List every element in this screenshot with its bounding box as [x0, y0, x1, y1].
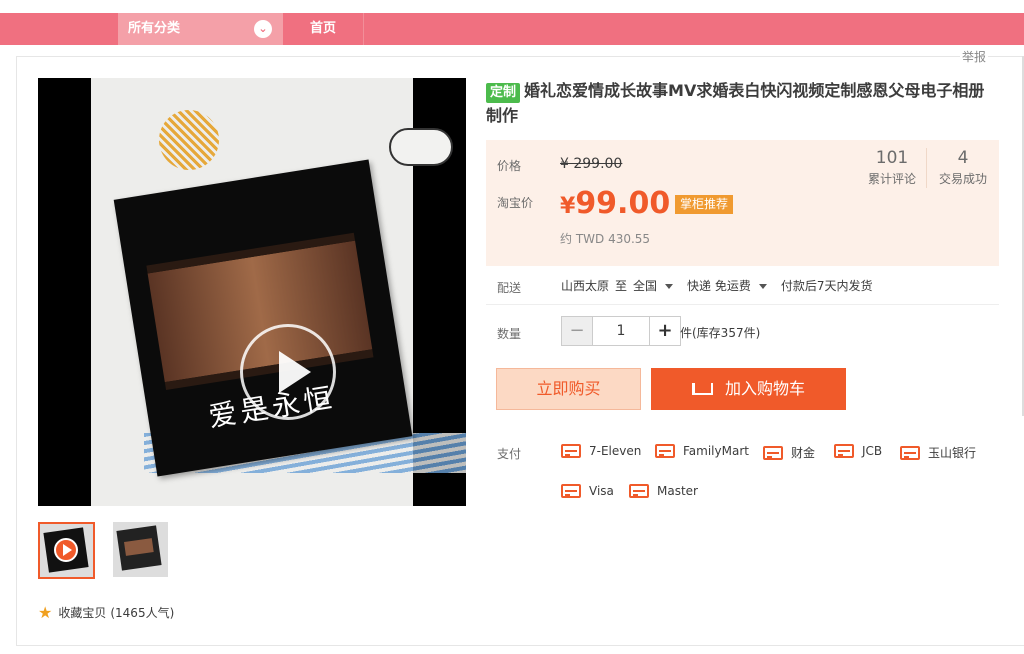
shipping-origin: 山西太原 — [561, 279, 610, 293]
add-to-cart-button[interactable]: 加入购物车 — [651, 368, 846, 410]
credit-card-icon — [655, 444, 675, 458]
sun-drawing — [159, 110, 219, 170]
payment-method-item[interactable]: 7-Eleven — [561, 444, 641, 458]
shipping-method-select[interactable]: 快递 免运费 — [687, 277, 775, 294]
payment-method-label: Visa — [589, 484, 614, 498]
current-price: ¥99.00 — [560, 186, 670, 221]
shipping-label: 配送 — [497, 281, 522, 295]
destination-select[interactable]: 全国 — [633, 277, 681, 294]
original-price: ¥ 299.00 — [560, 156, 623, 172]
payment-method-item[interactable]: FamilyMart — [655, 444, 749, 458]
thumbnail-video[interactable] — [38, 522, 95, 579]
favorite-button[interactable]: ★ 收藏宝贝 (1465人气) — [38, 603, 174, 622]
credit-card-icon — [763, 445, 783, 460]
chevron-down-icon: ⌄ — [254, 20, 272, 38]
custom-tag: 定制 — [486, 83, 521, 103]
recommend-badge: 掌柜推荐 — [675, 195, 734, 214]
reviews-label: 累计评论 — [867, 172, 916, 186]
caret-down-icon — [665, 284, 674, 289]
reviews-stat[interactable]: 101 累计评论 — [864, 148, 920, 187]
add-to-cart-label: 加入购物车 — [724, 379, 805, 398]
taobao-price-label: 淘宝价 — [497, 196, 534, 210]
payment-method-label: FamilyMart — [683, 444, 749, 458]
current-price-value: 99.00 — [575, 186, 671, 221]
increase-quantity-button[interactable]: + — [649, 316, 681, 346]
stock-info: 件(库存357件) — [680, 326, 761, 340]
payment-method-label: JCB — [862, 444, 883, 458]
shipping-method-value: 快递 免运费 — [687, 279, 751, 293]
destination-value: 全国 — [633, 279, 658, 293]
payment-method-item[interactable]: 玉山银行 — [900, 444, 976, 461]
caret-down-icon — [758, 284, 767, 289]
converted-price: 约 TWD 430.55 — [560, 232, 651, 246]
shipping-to: 至 — [615, 279, 628, 293]
product-title-block: 定制 婚礼恋爱情成长故事MV求婚表白快闪视频定制感恩父母电子相册制作 — [486, 78, 996, 128]
credit-card-icon — [629, 484, 649, 498]
thumbnail-image — [116, 525, 162, 571]
decrease-quantity-button[interactable]: − — [561, 316, 593, 346]
all-categories-label: 所有分类 — [128, 21, 181, 36]
cloud-drawing — [389, 128, 453, 166]
payment-method-label: 财金 — [791, 446, 816, 460]
play-icon — [54, 538, 78, 562]
report-link[interactable]: 举报 — [959, 48, 988, 65]
shipping-info: 山西太原 至 全国 快递 免运费 付款后7天内发货 — [561, 277, 879, 294]
payment-method-item[interactable]: 财金 — [763, 444, 815, 461]
credit-card-icon — [561, 484, 581, 498]
cart-icon — [691, 383, 713, 395]
all-categories-button[interactable]: 所有分类 ⌄ — [118, 13, 283, 45]
price-box: 价格 ¥ 299.00 淘宝价 ¥99.00 掌柜推荐 约 TWD 430.55… — [486, 140, 999, 266]
sales-label: 交易成功 — [938, 172, 987, 186]
top-nav-bar: 所有分类 ⌄ 首页 — [0, 13, 1024, 45]
credit-card-icon — [834, 444, 854, 458]
favorite-label: 收藏宝贝 — [58, 606, 107, 620]
buy-now-button[interactable]: 立即购买 — [496, 368, 641, 410]
reviews-count: 101 — [875, 148, 909, 168]
photo-card: 爱是永恒 — [113, 159, 413, 477]
payment-method-item[interactable]: Master — [629, 484, 698, 498]
price-label: 价格 — [497, 159, 522, 173]
payment-method-item[interactable]: Visa — [561, 484, 614, 498]
stat-divider — [926, 148, 927, 188]
payment-method-item[interactable]: JCB — [834, 444, 882, 458]
quantity-label: 数量 — [497, 327, 522, 341]
divider — [486, 304, 999, 305]
product-title: 婚礼恋爱情成长故事MV求婚表白快闪视频定制感恩父母电子相册制作 — [486, 81, 985, 125]
credit-card-icon — [561, 444, 581, 458]
payment-method-label: Master — [657, 484, 698, 498]
delivery-time: 付款后7天内发货 — [780, 279, 873, 293]
thumbnail-image-2[interactable] — [113, 522, 168, 577]
favorite-count: (1465人气) — [110, 606, 175, 620]
payment-method-label: 7-Eleven — [589, 444, 642, 458]
home-link[interactable]: 首页 — [283, 13, 364, 45]
sales-count: 4 — [957, 148, 969, 168]
product-main-image[interactable]: 爱是永恒 — [38, 78, 466, 506]
quantity-stepper: − 1 + — [561, 316, 681, 346]
star-icon: ★ — [38, 603, 53, 622]
video-play-icon[interactable] — [240, 324, 336, 420]
payment-method-label: 玉山银行 — [928, 446, 977, 460]
credit-card-icon — [900, 445, 920, 460]
sales-stat: 4 交易成功 — [934, 148, 992, 187]
payment-label: 支付 — [497, 447, 522, 461]
currency-symbol: ¥ — [560, 194, 576, 219]
quantity-input[interactable]: 1 — [593, 316, 649, 346]
